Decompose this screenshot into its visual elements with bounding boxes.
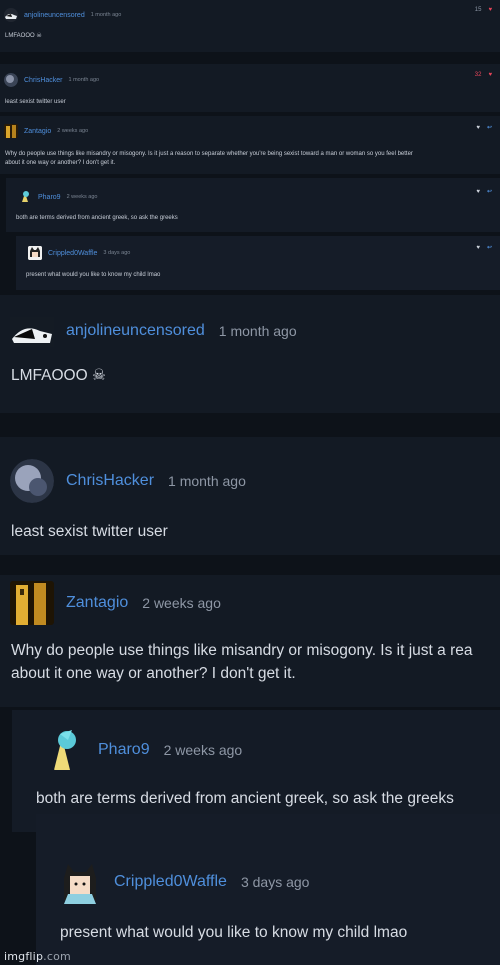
- comment-username[interactable]: anjolineuncensored: [24, 12, 85, 19]
- comment-card: ChrisHacker 1 month ago least sexist twi…: [0, 437, 500, 555]
- comment-timestamp: 3 days ago: [240, 874, 310, 890]
- comment-username[interactable]: Pharo9: [98, 741, 150, 759]
- comment-username[interactable]: Zantagio: [66, 594, 128, 612]
- comment-card: Zantagio 2 weeks ago Why do people use t…: [0, 116, 500, 174]
- comment-text: both are terms derived from ancient gree…: [16, 215, 178, 221]
- avatar[interactable]: [10, 581, 54, 625]
- reply-card: Pharo9 2 weeks ago both are terms derive…: [6, 178, 500, 232]
- comment-card: Zantagio 2 weeks ago Why do people use t…: [0, 575, 500, 707]
- heart-icon[interactable]: ♥: [476, 245, 480, 251]
- like-count: 32: [474, 72, 482, 78]
- comment-timestamp: 1 month ago: [218, 323, 297, 339]
- avatar[interactable]: [18, 190, 32, 204]
- comment-username[interactable]: ChrisHacker: [24, 77, 63, 84]
- comment-timestamp: 3 days ago: [103, 250, 131, 256]
- comment-text: LMFAOOO ☠: [11, 367, 106, 384]
- reply-arrow-icon[interactable]: ↩: [487, 244, 492, 251]
- reply-card: Crippled0Waffle 3 days ago present what …: [16, 236, 500, 290]
- heart-icon[interactable]: ♥: [488, 72, 492, 78]
- avatar[interactable]: [28, 246, 42, 260]
- comment-text: both are terms derived from ancient gree…: [36, 790, 454, 807]
- comment-text: least sexist twitter user: [5, 99, 66, 105]
- avatar[interactable]: [10, 459, 54, 503]
- avatar[interactable]: [4, 8, 18, 22]
- comment-timestamp: 1 month ago: [168, 473, 246, 489]
- comment-card: anjolineuncensored 1 month ago LMFAOOO ☠: [0, 295, 500, 413]
- comment-username[interactable]: anjolineuncensored: [66, 322, 205, 340]
- avatar[interactable]: [10, 309, 54, 353]
- avatar[interactable]: [42, 728, 86, 772]
- reply-arrow-icon[interactable]: ↩: [487, 188, 492, 195]
- like-count: 15: [474, 7, 482, 13]
- comment-text: LMFAOOO ☠: [5, 33, 42, 39]
- comment-text: Why do people use things like misandry o…: [11, 642, 473, 682]
- comment-text: present what would you like to know my c…: [60, 924, 408, 941]
- comment-text: least sexist twitter user: [11, 523, 168, 540]
- thumbnail-comment-thread: anjolineuncensored 1 month ago LMFAOOO ☠…: [0, 0, 500, 295]
- comment-timestamp: 2 weeks ago: [57, 128, 89, 134]
- comment-username[interactable]: Crippled0Waffle: [48, 250, 97, 257]
- comment-timestamp: 1 month ago: [90, 12, 122, 18]
- comment-text: Why do people use things like misandry o…: [5, 151, 413, 166]
- reply-arrow-icon[interactable]: ↩: [487, 124, 492, 131]
- comment-timestamp: 2 weeks ago: [163, 742, 243, 758]
- avatar[interactable]: [4, 73, 18, 87]
- zoomed-comment-thread: anjolineuncensored 1 month ago LMFAOOO ☠…: [0, 295, 500, 965]
- comment-username[interactable]: Zantagio: [24, 128, 51, 135]
- avatar[interactable]: [4, 124, 18, 138]
- avatar[interactable]: [58, 860, 102, 904]
- comment-card: ChrisHacker 1 month ago least sexist twi…: [0, 64, 500, 112]
- comment-card: anjolineuncensored 1 month ago LMFAOOO ☠…: [0, 0, 500, 52]
- comment-username[interactable]: Crippled0Waffle: [114, 873, 227, 891]
- comment-text: present what would you like to know my c…: [26, 272, 161, 278]
- heart-icon[interactable]: ♥: [476, 189, 480, 195]
- heart-icon[interactable]: ♥: [476, 125, 480, 131]
- comment-username[interactable]: ChrisHacker: [66, 472, 154, 490]
- heart-icon[interactable]: ♥: [488, 7, 492, 13]
- comment-timestamp: 2 weeks ago: [142, 595, 221, 611]
- comment-timestamp: 2 weeks ago: [66, 194, 98, 200]
- imgflip-watermark: imgflip.com: [4, 950, 71, 963]
- comment-username[interactable]: Pharo9: [38, 194, 61, 201]
- reply-card: Crippled0Waffle 3 days ago present what …: [36, 814, 500, 965]
- comment-timestamp: 1 month ago: [68, 77, 100, 83]
